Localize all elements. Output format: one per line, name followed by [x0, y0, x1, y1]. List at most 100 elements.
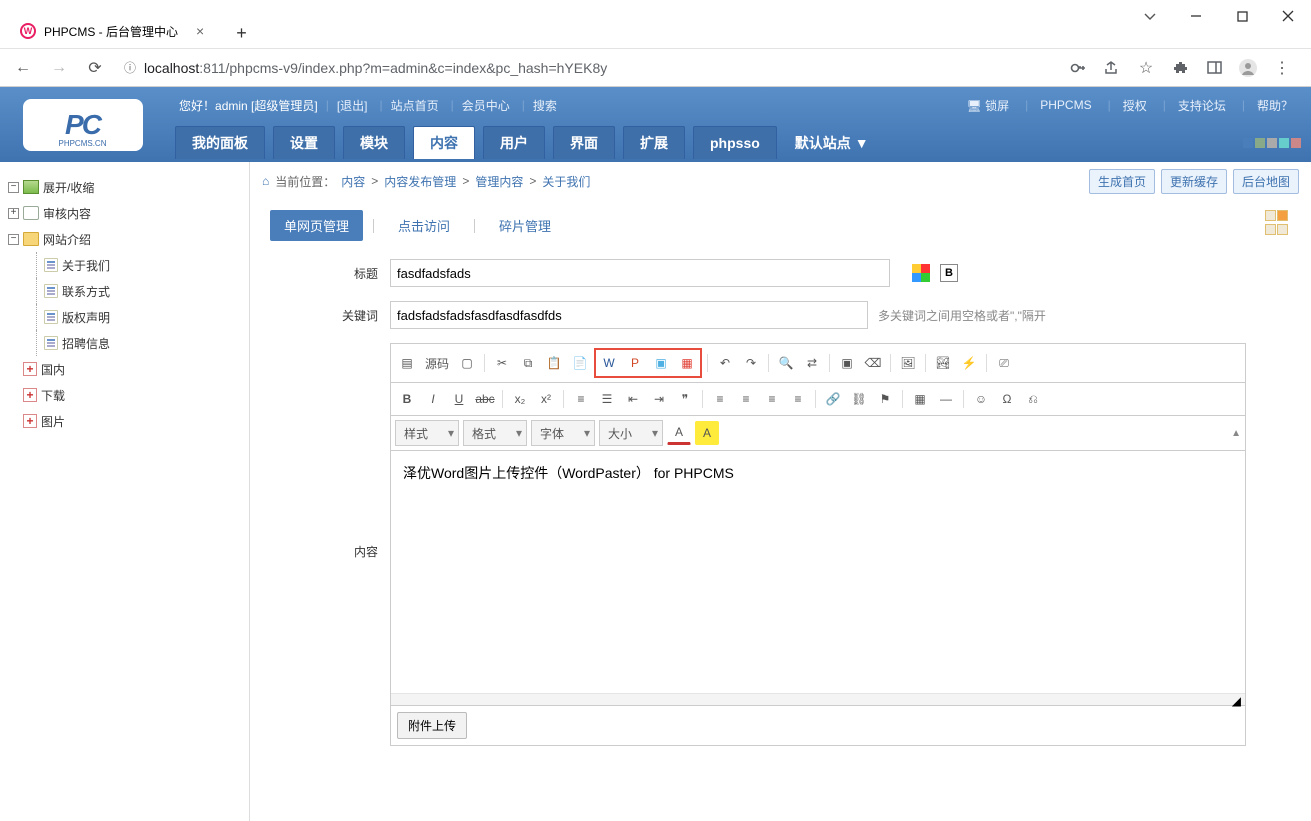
quote-icon[interactable]: ❞ [673, 387, 697, 411]
caret-down-icon[interactable] [1127, 0, 1173, 32]
address-bar[interactable]: ⓘ localhost:811/phpcms-v9/index.php?m=ad… [116, 59, 1057, 76]
tree-about-us[interactable]: 关于我们 [8, 252, 241, 278]
subtab-fragment[interactable]: 碎片管理 [485, 210, 565, 241]
tree-expand-all[interactable]: −展开/收缩 [8, 174, 241, 200]
size-select[interactable]: 大小 [599, 420, 663, 446]
paste-icon[interactable]: 📋 [542, 351, 566, 375]
crumb-content[interactable]: 内容 [341, 173, 365, 190]
key-icon[interactable] [1063, 53, 1093, 83]
pdf-import-icon[interactable]: ▦ [675, 351, 699, 375]
pagebreak-icon[interactable]: ⎌ [1021, 387, 1045, 411]
crumb-publish[interactable]: 内容发布管理 [384, 173, 456, 190]
subtab-single-page[interactable]: 单网页管理 [270, 210, 363, 241]
theme-swatches[interactable] [1243, 138, 1301, 148]
maximize-button[interactable] [1219, 0, 1265, 32]
color-picker-icon[interactable] [912, 264, 930, 282]
close-window-button[interactable] [1265, 0, 1311, 32]
unlink-icon[interactable]: ⛓ [847, 387, 871, 411]
subscript-icon[interactable]: x₂ [508, 387, 532, 411]
tree-domestic[interactable]: +国内 [8, 356, 241, 382]
image-icon[interactable]: 🖼 [896, 351, 920, 375]
logout-link[interactable]: [退出] [337, 97, 368, 114]
nav-content[interactable]: 内容 [413, 126, 475, 159]
underline-icon[interactable]: U [447, 387, 471, 411]
tree-site-intro[interactable]: −网站介绍 [8, 226, 241, 252]
replace-icon[interactable]: ⇄ [800, 351, 824, 375]
phpcms-link[interactable]: PHPCMS [1040, 98, 1091, 112]
undo-icon[interactable]: ↶ [713, 351, 737, 375]
crumb-about[interactable]: 关于我们 [542, 173, 590, 190]
special-char-icon[interactable]: Ω [995, 387, 1019, 411]
italic-icon[interactable]: I [421, 387, 445, 411]
menu-icon[interactable]: ⋮ [1267, 53, 1297, 83]
format-select[interactable]: 格式 [463, 420, 527, 446]
reload-button[interactable]: ⟳ [80, 53, 110, 83]
anchor-icon[interactable]: ⚑ [873, 387, 897, 411]
strike-icon[interactable]: abc [473, 387, 497, 411]
update-cache-button[interactable]: 更新缓存 [1161, 169, 1227, 194]
cut-icon[interactable]: ✂ [490, 351, 514, 375]
license-link[interactable]: 授权 [1123, 97, 1147, 114]
image-import-icon[interactable]: ▣ [649, 351, 673, 375]
layout-toggle-icon[interactable] [1265, 210, 1291, 236]
logo[interactable]: PC PHPCMS.CN [0, 87, 165, 162]
gen-home-button[interactable]: 生成首页 [1089, 169, 1155, 194]
back-button[interactable]: ← [8, 53, 38, 83]
panel-icon[interactable] [1199, 53, 1229, 83]
nav-user[interactable]: 用户 [483, 126, 545, 159]
copy-icon[interactable]: ⧉ [516, 351, 540, 375]
table-icon[interactable]: ▦ [908, 387, 932, 411]
removeformat-icon[interactable]: ⌫ [861, 351, 885, 375]
nav-extend[interactable]: 扩展 [623, 126, 685, 159]
link-icon[interactable]: 🔗 [821, 387, 845, 411]
newpage-icon[interactable]: ▢ [455, 351, 479, 375]
attach-upload-button[interactable]: 附件上传 [397, 712, 467, 739]
close-tab-icon[interactable]: × [196, 23, 204, 39]
nav-ui[interactable]: 界面 [553, 126, 615, 159]
forum-link[interactable]: 支持论坛 [1178, 97, 1226, 114]
tree-review[interactable]: +审核内容 [8, 200, 241, 226]
tree-copyright[interactable]: 版权声明 [8, 304, 241, 330]
ppt-import-icon[interactable]: P [623, 351, 647, 375]
image2-icon[interactable]: 🏞 [931, 351, 955, 375]
source-icon[interactable]: ▤ [395, 351, 419, 375]
capture-icon[interactable]: ⎚ [992, 351, 1016, 375]
tree-jobs[interactable]: 招聘信息 [8, 330, 241, 356]
share-icon[interactable] [1097, 53, 1127, 83]
nav-mypanel[interactable]: 我的面板 [175, 126, 265, 159]
flash-icon[interactable]: ⚡ [957, 351, 981, 375]
paste-word-icon[interactable]: 📄 [568, 351, 592, 375]
nav-modules[interactable]: 模块 [343, 126, 405, 159]
indent-icon[interactable]: ⇥ [647, 387, 671, 411]
align-center-icon[interactable]: ≡ [734, 387, 758, 411]
subtab-visit[interactable]: 点击访问 [384, 210, 464, 241]
browser-tab[interactable]: W PHPCMS - 后台管理中心 × [8, 14, 216, 48]
tree-contact[interactable]: 联系方式 [8, 278, 241, 304]
bold-icon[interactable]: B [940, 264, 958, 282]
redo-icon[interactable]: ↷ [739, 351, 763, 375]
nav-phpsso[interactable]: phpsso [693, 126, 777, 159]
profile-icon[interactable] [1233, 53, 1263, 83]
ol-icon[interactable]: ≡ [569, 387, 593, 411]
hr-icon[interactable]: ― [934, 387, 958, 411]
extensions-icon[interactable] [1165, 53, 1195, 83]
ul-icon[interactable]: ☰ [595, 387, 619, 411]
align-justify-icon[interactable]: ≡ [786, 387, 810, 411]
font-select[interactable]: 字体 [531, 420, 595, 446]
star-icon[interactable]: ☆ [1131, 53, 1161, 83]
find-icon[interactable]: 🔍 [774, 351, 798, 375]
tree-image[interactable]: +图片 [8, 408, 241, 434]
style-select[interactable]: 样式 [395, 420, 459, 446]
sitemap-button[interactable]: 后台地图 [1233, 169, 1299, 194]
editor-textarea[interactable]: 泽优Word图片上传控件（WordPaster） for PHPCMS [391, 451, 1245, 693]
align-left-icon[interactable]: ≡ [708, 387, 732, 411]
search-link[interactable]: 搜索 [533, 97, 557, 114]
minimize-button[interactable] [1173, 0, 1219, 32]
resize-handle-icon[interactable]: ◢ [391, 693, 1245, 705]
tree-download[interactable]: +下载 [8, 382, 241, 408]
lock-screen-link[interactable]: 🖥 锁屏 [967, 97, 1010, 114]
superscript-icon[interactable]: x² [534, 387, 558, 411]
keywords-input[interactable] [390, 301, 868, 329]
source-label[interactable]: 源码 [421, 355, 453, 372]
home-icon[interactable]: ⌂ [262, 174, 269, 188]
